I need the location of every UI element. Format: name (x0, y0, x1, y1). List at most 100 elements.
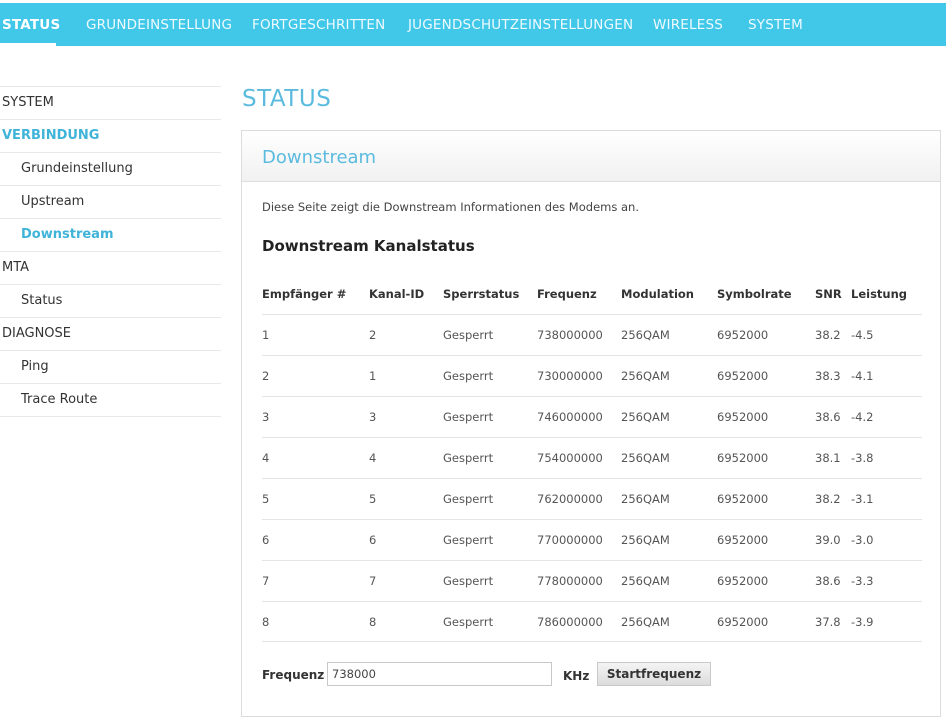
cell-empfaenger: 5 (262, 492, 270, 506)
header-kanal-id: Kanal-ID (369, 287, 425, 301)
cell-kanal-id: 1 (369, 369, 377, 383)
frequency-input[interactable] (327, 662, 552, 686)
section-title: Downstream Kanalstatus (262, 237, 475, 255)
panel-title: Downstream (262, 147, 377, 168)
cell-symbolrate: 6952000 (717, 369, 769, 383)
cell-snr: 38.2 (815, 328, 841, 342)
cell-symbolrate: 6952000 (717, 328, 769, 342)
cell-leistung: -4.2 (851, 410, 874, 424)
cell-sperrstatus: Gesperrt (443, 410, 494, 424)
sidebar-item-downstream[interactable]: Downstream (0, 218, 221, 251)
cell-snr: 37.8 (815, 615, 841, 629)
sidebar-item-trace-route[interactable]: Trace Route (0, 383, 221, 417)
header-empfaenger: Empfänger # (262, 287, 347, 301)
cell-empfaenger: 1 (262, 328, 270, 342)
cell-empfaenger: 8 (262, 615, 270, 629)
cell-leistung: -4.5 (851, 328, 874, 342)
cell-sperrstatus: Gesperrt (443, 615, 494, 629)
cell-snr: 38.3 (815, 369, 841, 383)
page-title: STATUS (242, 86, 332, 112)
cell-sperrstatus: Gesperrt (443, 328, 494, 342)
cell-modulation: 256QAM (621, 410, 670, 424)
tab-fortgeschritten[interactable]: FORTGESCHRITTEN (252, 3, 385, 46)
cell-kanal-id: 5 (369, 492, 377, 506)
cell-empfaenger: 3 (262, 410, 270, 424)
cell-modulation: 256QAM (621, 615, 670, 629)
cell-modulation: 256QAM (621, 328, 670, 342)
cell-symbolrate: 6952000 (717, 492, 769, 506)
cell-sperrstatus: Gesperrt (443, 451, 494, 465)
tab-status[interactable]: STATUS (2, 3, 60, 46)
cell-frequenz: 730000000 (537, 369, 603, 383)
sidebar-item-mta-status[interactable]: Status (0, 284, 221, 317)
sidebar-item-diagnose[interactable]: DIAGNOSE (0, 317, 221, 350)
top-navigation-bar: STATUS GRUNDEINSTELLUNG FORTGESCHRITTEN … (0, 3, 946, 46)
cell-sperrstatus: Gesperrt (443, 492, 494, 506)
cell-leistung: -3.3 (851, 574, 874, 588)
tab-jugendschutzeinstellungen[interactable]: JUGENDSCHUTZEINSTELLUNGEN (408, 3, 633, 46)
cell-symbolrate: 6952000 (717, 574, 769, 588)
table-row: 6 6 Gesperrt 770000000 256QAM 6952000 39.0 -3.0 (262, 519, 922, 560)
downstream-panel: Downstream Diese Seite zeigt die Downstr… (241, 130, 941, 717)
tab-wireless[interactable]: WIRELESS (653, 3, 723, 46)
table-header-row: Empfänger # Kanal-ID Sperrstatus Frequen… (262, 286, 922, 314)
table-row: 3 3 Gesperrt 746000000 256QAM 6952000 38.6 -4.2 (262, 396, 922, 437)
sidebar: SYSTEM VERBINDUNG Grundeinstellung Upstr… (0, 86, 221, 417)
cell-modulation: 256QAM (621, 451, 670, 465)
sidebar-item-grundeinstellung[interactable]: Grundeinstellung (0, 152, 221, 185)
cell-sperrstatus: Gesperrt (443, 574, 494, 588)
cell-snr: 38.2 (815, 492, 841, 506)
cell-leistung: -3.9 (851, 615, 874, 629)
cell-symbolrate: 6952000 (717, 533, 769, 547)
cell-snr: 38.1 (815, 451, 841, 465)
cell-modulation: 256QAM (621, 492, 670, 506)
cell-kanal-id: 4 (369, 451, 377, 465)
sidebar-item-verbindung[interactable]: VERBINDUNG (0, 119, 221, 152)
cell-empfaenger: 2 (262, 369, 270, 383)
table-row: 1 2 Gesperrt 738000000 256QAM 6952000 38.2 -4.5 (262, 314, 922, 355)
cell-modulation: 256QAM (621, 369, 670, 383)
header-frequenz: Frequenz (537, 287, 597, 301)
cell-frequenz: 770000000 (537, 533, 603, 547)
cell-frequenz: 786000000 (537, 615, 603, 629)
cell-kanal-id: 7 (369, 574, 377, 588)
sidebar-item-ping[interactable]: Ping (0, 350, 221, 383)
sidebar-item-upstream[interactable]: Upstream (0, 185, 221, 218)
cell-frequenz: 762000000 (537, 492, 603, 506)
cell-sperrstatus: Gesperrt (443, 533, 494, 547)
tab-system[interactable]: SYSTEM (748, 3, 803, 46)
sidebar-item-mta[interactable]: MTA (0, 251, 221, 284)
frequency-form: Frequenz KHz Startfrequenz (262, 662, 922, 688)
cell-frequenz: 746000000 (537, 410, 603, 424)
table-row: 7 7 Gesperrt 778000000 256QAM 6952000 38.6 -3.3 (262, 560, 922, 601)
cell-kanal-id: 6 (369, 533, 377, 547)
startfrequenz-button[interactable]: Startfrequenz (597, 662, 711, 686)
cell-kanal-id: 2 (369, 328, 377, 342)
cell-kanal-id: 8 (369, 615, 377, 629)
table-bottom-divider (262, 641, 922, 642)
cell-snr: 38.6 (815, 410, 841, 424)
cell-frequenz: 738000000 (537, 328, 603, 342)
header-modulation: Modulation (621, 287, 694, 301)
table-row: 2 1 Gesperrt 730000000 256QAM 6952000 38.3 -4.1 (262, 355, 922, 396)
table-row: 5 5 Gesperrt 762000000 256QAM 6952000 38.2 -3.1 (262, 478, 922, 519)
header-snr: SNR (815, 287, 842, 301)
header-symbolrate: Symbolrate (717, 287, 792, 301)
header-sperrstatus: Sperrstatus (443, 287, 520, 301)
cell-leistung: -3.8 (851, 451, 874, 465)
cell-empfaenger: 7 (262, 574, 270, 588)
cell-symbolrate: 6952000 (717, 410, 769, 424)
tab-grundeinstellung[interactable]: GRUNDEINSTELLUNG (86, 3, 232, 46)
frequency-label: Frequenz (262, 668, 325, 682)
sidebar-item-system[interactable]: SYSTEM (0, 86, 221, 119)
cell-leistung: -3.1 (851, 492, 874, 506)
cell-empfaenger: 4 (262, 451, 270, 465)
cell-snr: 38.6 (815, 574, 841, 588)
table-row: 8 8 Gesperrt 786000000 256QAM 6952000 37.8 -3.9 (262, 601, 922, 642)
cell-frequenz: 754000000 (537, 451, 603, 465)
cell-kanal-id: 3 (369, 410, 377, 424)
panel-description: Diese Seite zeigt die Downstream Informa… (262, 200, 639, 214)
cell-snr: 39.0 (815, 533, 841, 547)
cell-modulation: 256QAM (621, 574, 670, 588)
cell-empfaenger: 6 (262, 533, 270, 547)
